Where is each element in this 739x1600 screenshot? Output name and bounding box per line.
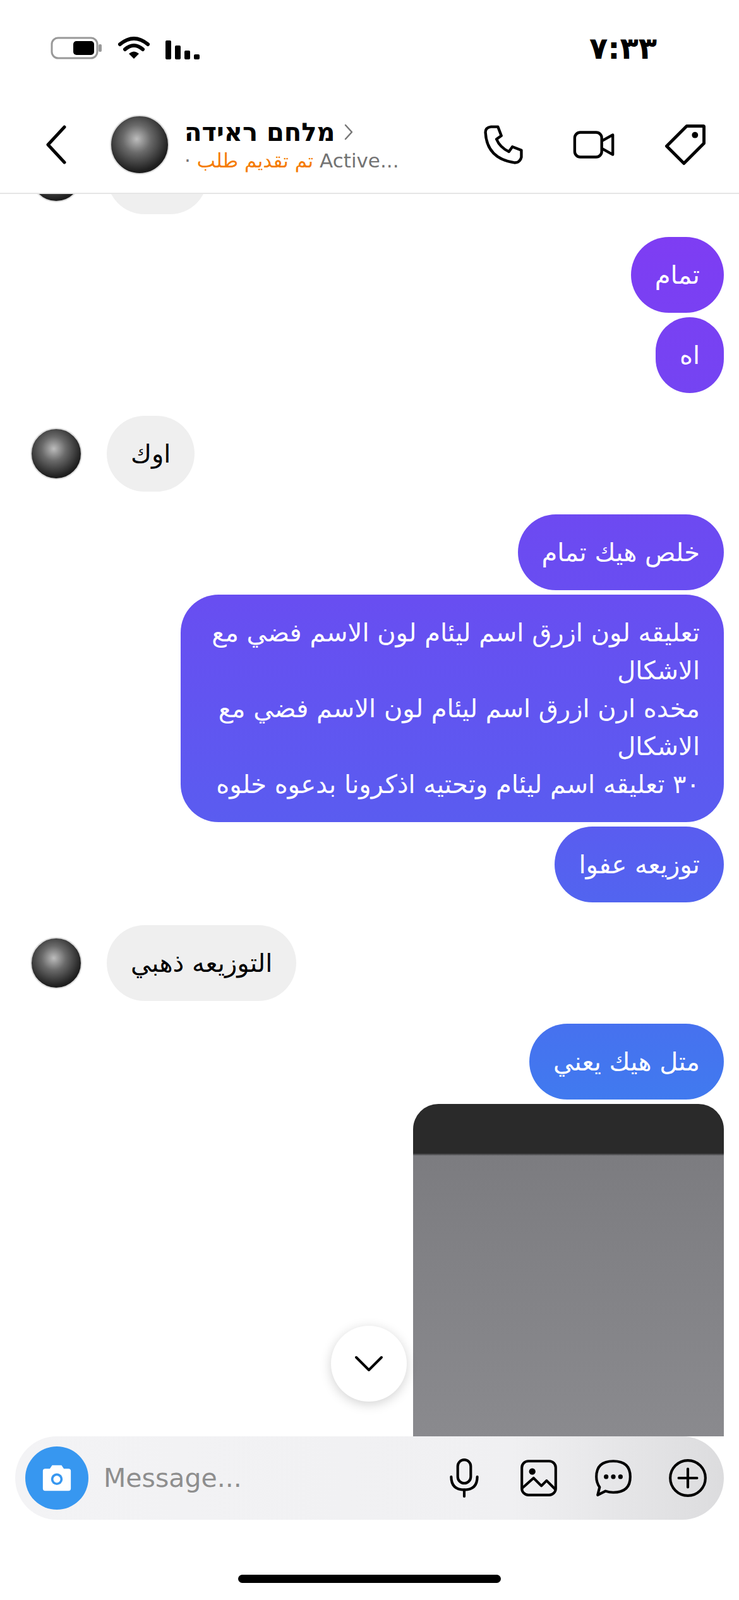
status-bar: ٧:٣٣: [0, 0, 739, 97]
chat-header: מלחם ראידה Active... تم تقديم طلب ·: [0, 96, 739, 194]
message-row: متل هيك يعني: [0, 1023, 739, 1100]
chevron-right-icon: [343, 123, 354, 141]
back-chevron-icon[interactable]: [44, 124, 70, 165]
scroll-down-button[interactable]: [330, 1325, 407, 1401]
request-status: تم تقديم طلب: [197, 149, 314, 172]
message-bubble[interactable]: اه: [655, 317, 724, 393]
tag-icon[interactable]: [663, 122, 708, 167]
contact-avatar[interactable]: [109, 114, 170, 175]
photo-message[interactable]: [413, 1103, 724, 1436]
message-row: خلص هيك تمام: [0, 514, 739, 590]
contact-name: מלחם ראידה: [184, 117, 335, 147]
status-icons: [50, 29, 203, 67]
home-indicator: [238, 1574, 501, 1583]
video-call-icon[interactable]: [572, 122, 617, 167]
status-time: ٧:٣٣: [589, 29, 657, 67]
contact-info[interactable]: מלחם ראידה Active... تم تقديم طلب ·: [184, 117, 400, 172]
gallery-icon[interactable]: [517, 1456, 560, 1499]
wifi-icon: [117, 35, 151, 61]
microphone-icon[interactable]: [443, 1456, 486, 1499]
message-bubble[interactable]: توزيعه عفوا: [554, 826, 724, 902]
composer-tools: [443, 1456, 709, 1499]
signal-icon: [164, 35, 203, 61]
phone-icon[interactable]: [481, 122, 526, 167]
message-row: اوك: [0, 415, 739, 492]
battery-icon: [50, 35, 104, 61]
sender-avatar[interactable]: [30, 193, 83, 203]
message-input[interactable]: Message...: [103, 1462, 429, 1493]
message-row: التوزيعه ذهبي: [0, 924, 739, 1001]
message-bubble[interactable]: خلص هيك تمام: [517, 514, 725, 590]
plus-icon[interactable]: [666, 1456, 709, 1499]
message-list: تمام اه اوك خلص هيك تمام تعليقه لون ازرق…: [0, 193, 739, 1436]
sender-avatar[interactable]: [30, 936, 83, 989]
message-row: اه: [0, 317, 739, 393]
chevron-down-icon: [353, 1354, 385, 1372]
sticker-icon[interactable]: [592, 1456, 635, 1499]
activity-status: Active...: [319, 149, 399, 172]
message-row: توزيعه عفوا: [0, 826, 739, 902]
message-row: تمام: [0, 236, 739, 313]
header-left: מלחם ראידה Active... تم تقديم طلب ·: [44, 114, 400, 175]
bottom-area: Message...: [0, 1435, 739, 1600]
contact-subtitle: Active... تم تقديم طلب ·: [184, 149, 400, 172]
message-bubble[interactable]: التوزيعه ذهبي: [106, 924, 297, 1001]
sender-avatar[interactable]: [30, 427, 83, 480]
header-actions: [481, 122, 708, 167]
message-bubble[interactable]: [106, 193, 208, 215]
message-bubble[interactable]: تمام: [630, 236, 724, 313]
message-row: تعليقه لون ازرق اسم ليئام لون الاسم فضي …: [0, 594, 739, 822]
message-row: [0, 193, 739, 215]
camera-button[interactable]: [25, 1445, 89, 1509]
camera-icon: [39, 1462, 75, 1493]
message-bubble[interactable]: متل هيك يعني: [529, 1023, 724, 1100]
message-bubble[interactable]: اوك: [106, 415, 195, 492]
message-composer: Message...: [15, 1435, 724, 1520]
chat-screen: ٧:٣٣ מלחם ראידה Active... تم تقديم طلب ·…: [0, 0, 739, 1600]
name-row: מלחם ראידה: [184, 117, 400, 147]
separator: ·: [184, 149, 191, 172]
message-bubble[interactable]: تعليقه لون ازرق اسم ليئام لون الاسم فضي …: [180, 594, 724, 822]
